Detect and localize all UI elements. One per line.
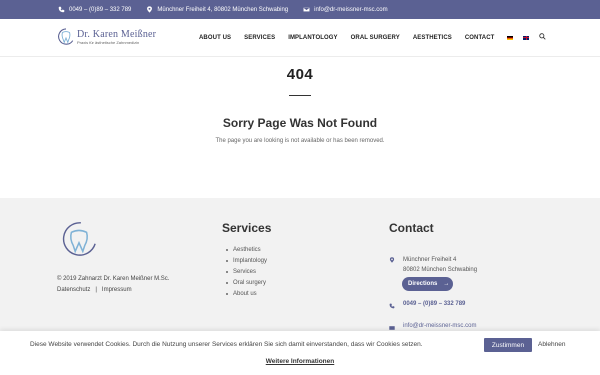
directions-label: Directions — [408, 281, 438, 287]
phone-icon — [389, 303, 395, 309]
cookie-more-info-link[interactable]: Weitere Informationen — [0, 358, 600, 365]
cookie-reject-button[interactable]: Ablehnen — [538, 341, 565, 348]
site-header: Dr. Karen Meißner Praxis für ästhetische… — [0, 19, 600, 57]
map-pin-icon — [145, 6, 153, 14]
nav-oral-surgery[interactable]: ORAL SURGERY — [351, 35, 400, 41]
topbar-phone[interactable]: 0049 – (0)89 – 332 789 — [57, 6, 131, 14]
services-link-oral-surgery[interactable]: Oral surgery — [226, 278, 267, 289]
privacy-link[interactable]: Datenschutz — [57, 287, 90, 293]
cookie-accept-button[interactable]: Zustimmen — [484, 338, 532, 352]
directions-button[interactable]: Directions → — [402, 277, 453, 291]
imprint-link[interactable]: Impressum — [102, 287, 132, 293]
services-link-aesthetics[interactable]: Aesthetics — [226, 244, 267, 255]
contact-phone-text: 0049 – (0)89 – 332 789 — [403, 301, 466, 307]
error-divider — [289, 95, 311, 96]
contact-heading: Contact — [389, 221, 434, 235]
services-link-about-us[interactable]: About us — [226, 289, 267, 300]
german-flag-icon[interactable] — [507, 35, 514, 40]
top-contact-bar: 0049 – (0)89 – 332 789 Münchner Freiheit… — [0, 0, 600, 19]
contact-email[interactable]: info@dr-meissner-msc.com — [389, 323, 476, 331]
logo-name: Dr. Karen Meißner — [77, 28, 157, 40]
contact-phone[interactable]: 0049 – (0)89 – 332 789 — [389, 301, 465, 309]
topbar-address-text: Münchner Freiheit 4, 80802 München Schwa… — [157, 6, 289, 13]
cookie-banner: Diese Website verwendet Cookies. Durch d… — [0, 331, 600, 375]
tooth-logo-icon — [58, 28, 74, 45]
envelope-icon — [302, 6, 310, 14]
search-icon[interactable] — [539, 33, 547, 42]
arrow-right-icon: → — [443, 281, 450, 287]
main-nav: ABOUT US SERVICES IMPLANTOLOGY ORAL SURG… — [199, 33, 547, 42]
footer-tooth-logo-icon — [62, 222, 96, 256]
cookie-text: Diese Website verwendet Cookies. Durch d… — [30, 341, 423, 348]
contact-address: Münchner Freiheit 4 80802 München Schwab… — [389, 255, 477, 275]
error-title: Sorry Page Was Not Found — [222, 116, 378, 130]
services-list: Aesthetics Implantology Services Oral su… — [226, 244, 267, 300]
nav-contact[interactable]: CONTACT — [465, 35, 495, 41]
nav-services[interactable]: SERVICES — [244, 35, 275, 41]
topbar-address[interactable]: Münchner Freiheit 4, 80802 München Schwa… — [145, 6, 288, 14]
services-heading: Services — [222, 221, 272, 235]
nav-implantology[interactable]: IMPLANTOLOGY — [288, 35, 337, 41]
footer-copyright-block: © 2019 Zahnarzt Dr. Karen Meißner M.Sc. … — [57, 274, 169, 296]
logo-tagline: Praxis für ästhetische Zahnmedizin — [77, 39, 140, 45]
footer-link-separator: | — [95, 287, 97, 293]
address-line-1: Münchner Freiheit 4 — [403, 257, 457, 263]
phone-icon — [57, 6, 65, 14]
services-link-services[interactable]: Services — [226, 266, 267, 277]
error-message: The page you are looking is not availabl… — [215, 138, 385, 144]
english-flag-icon[interactable] — [523, 35, 530, 40]
site-logo[interactable]: Dr. Karen Meißner Praxis für ästhetische… — [57, 27, 156, 47]
nav-about-us[interactable]: ABOUT US — [199, 35, 231, 41]
nav-aesthetics[interactable]: AESTHETICS — [413, 35, 452, 41]
error-code: 404 — [286, 66, 314, 83]
address-line-2: 80802 München Schwabing — [403, 267, 478, 273]
contact-email-text: info@dr-meissner-msc.com — [403, 323, 477, 329]
map-pin-icon — [389, 257, 395, 263]
topbar-phone-text: 0049 – (0)89 – 332 789 — [69, 6, 132, 13]
topbar-email[interactable]: info@dr-meissner-msc.com — [302, 6, 388, 14]
services-link-implantology[interactable]: Implantology — [226, 255, 267, 266]
copyright-text: © 2019 Zahnarzt Dr. Karen Meißner M.Sc. — [57, 276, 170, 282]
topbar-email-text: info@dr-meissner-msc.com — [314, 6, 388, 13]
